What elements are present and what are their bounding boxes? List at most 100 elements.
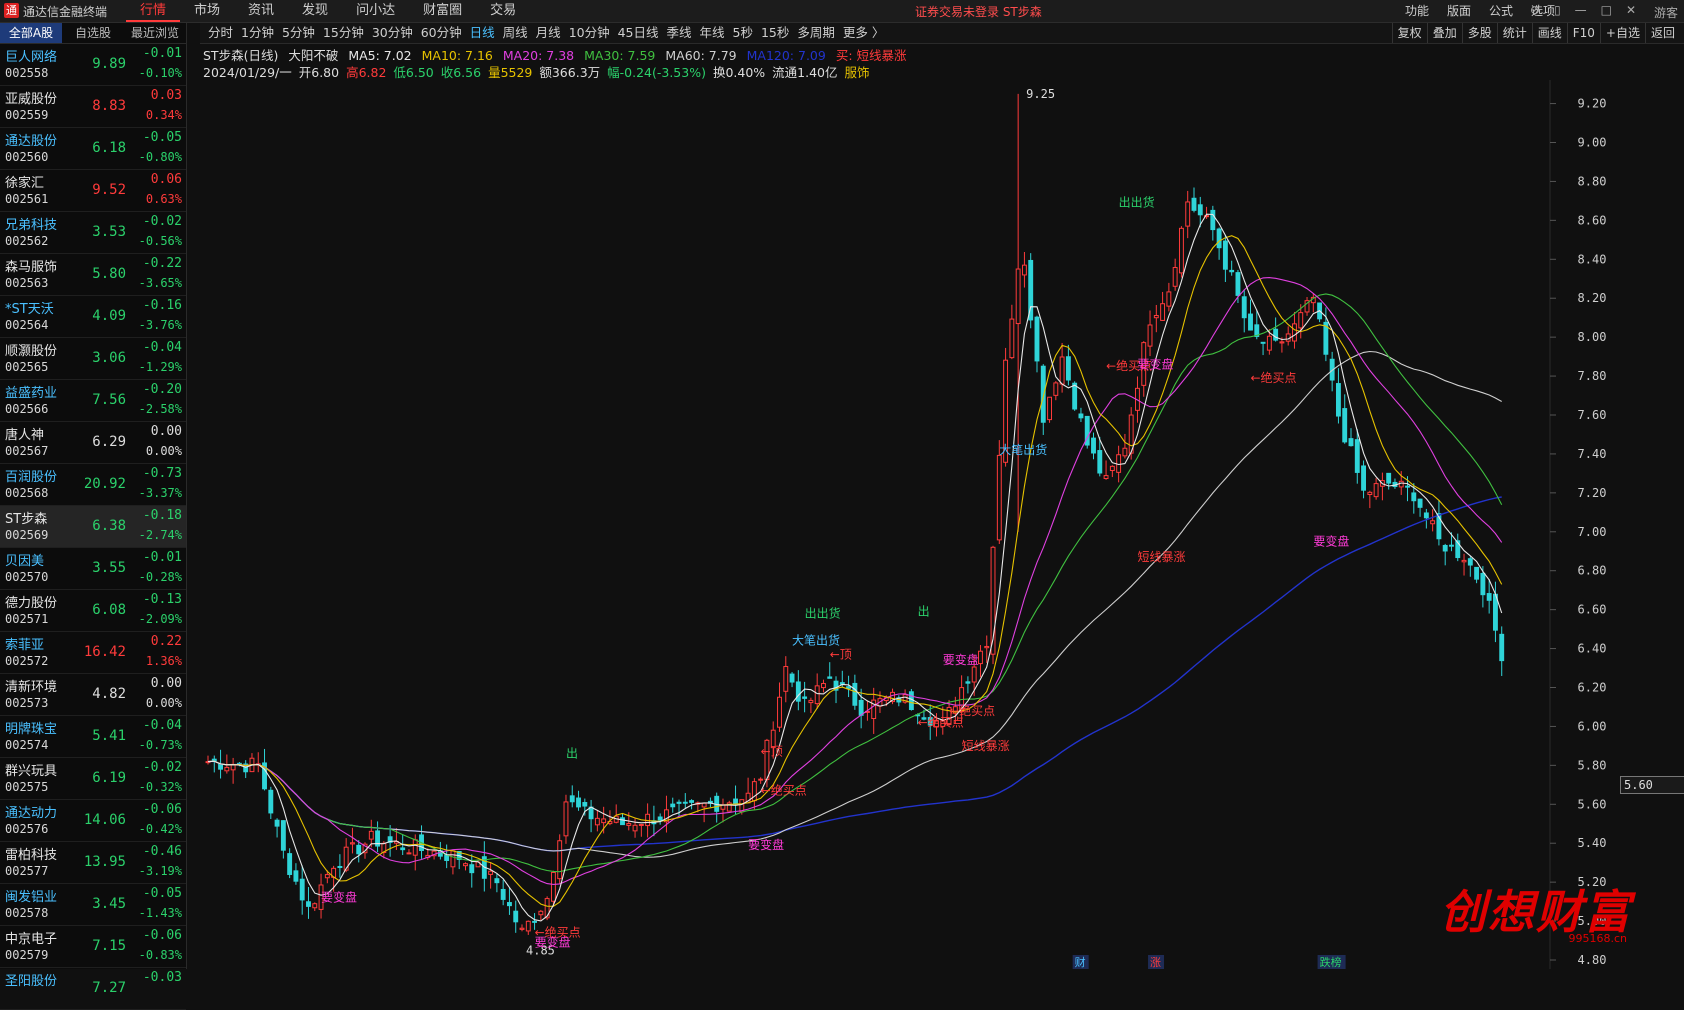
stock-row[interactable]: 圣阳股份 7.27 -0.03 xyxy=(0,968,186,1010)
stock-change-pct: -0.32% xyxy=(138,780,182,794)
stock-code: 002570 xyxy=(5,570,49,584)
stock-row[interactable]: 兄弟科技 002562 3.53 -0.02 -0.56% xyxy=(0,212,186,254)
tool-button[interactable]: 返回 xyxy=(1644,23,1680,43)
menu-news[interactable]: 资讯 xyxy=(234,0,288,22)
period-tab[interactable]: 更多 〉 xyxy=(843,23,892,43)
maximize-icon[interactable]: □ xyxy=(1601,3,1612,17)
stock-row[interactable]: 通达动力 002576 14.06 -0.06 -0.42% xyxy=(0,800,186,842)
menu-ask[interactable]: 问小达 xyxy=(342,0,409,22)
trade-login-notice[interactable]: 证券交易未登录 ST步森 xyxy=(915,3,1042,20)
stock-row[interactable]: 贝因美 002570 3.55 -0.01 -0.28% xyxy=(0,548,186,590)
candle-body xyxy=(1229,269,1235,273)
kline-chart[interactable]: 9.20 9.00 8.80 8.60 8.40 8.20 8.00 7.80 7.60 7.40… xyxy=(200,80,1684,969)
stock-change-pct: -2.58% xyxy=(138,402,182,416)
candle-body xyxy=(1078,413,1084,419)
stock-row[interactable]: 森马服饰 002563 5.80 -0.22 -3.65% xyxy=(0,254,186,296)
stock-price: 6.19 xyxy=(92,770,126,786)
stock-row[interactable]: 闽发铝业 002578 3.45 -0.05 -1.43% xyxy=(0,884,186,926)
y-tick-label: 5.80 xyxy=(1578,758,1607,772)
stock-change-pct: -3.19% xyxy=(138,864,182,878)
candle-body xyxy=(1210,209,1216,231)
stock-row[interactable]: 索菲亚 002572 16.42 0.22 1.36% xyxy=(0,632,186,674)
tool-button[interactable]: 叠加 xyxy=(1426,23,1462,43)
period-tab[interactable]: 5分钟 xyxy=(282,23,323,43)
period-tab[interactable]: 分时 xyxy=(208,23,241,43)
stock-row[interactable]: 亚威股份 002559 8.83 0.03 0.34% xyxy=(0,86,186,128)
menu-market[interactable]: 市场 xyxy=(180,0,234,22)
period-tab[interactable]: 多周期 xyxy=(797,23,843,43)
menu-functions[interactable]: 功能 xyxy=(1396,0,1438,22)
tool-button[interactable]: 复权 xyxy=(1391,23,1427,43)
candle-body xyxy=(1103,475,1109,480)
current-price-tag: 5.60 xyxy=(1620,776,1684,794)
stock-row[interactable]: *ST天沃 002564 4.09 -0.16 -3.76% xyxy=(0,296,186,338)
tool-button[interactable]: F10 xyxy=(1566,23,1600,43)
menu-quotes[interactable]: 行情 xyxy=(126,0,181,22)
candle-body xyxy=(1197,204,1203,216)
stock-row[interactable]: 德力股份 002571 6.08 -0.13 -2.09% xyxy=(0,590,186,632)
period-tab[interactable]: 60分钟 xyxy=(421,23,470,43)
stock-row[interactable]: 中京电子 002579 7.15 -0.06 -0.83% xyxy=(0,926,186,968)
tab-recent[interactable]: 最近浏览 xyxy=(124,23,186,43)
tool-button[interactable]: 多股 xyxy=(1461,23,1497,43)
y-tick-label: 6.80 xyxy=(1578,564,1607,578)
stock-row[interactable]: 清新环境 002573 4.82 0.00 0.00% xyxy=(0,674,186,716)
tool-button[interactable]: 画线 xyxy=(1531,23,1567,43)
period-tab[interactable]: 30分钟 xyxy=(372,23,421,43)
stock-row[interactable]: 唐人神 002567 6.29 0.00 0.00% xyxy=(0,422,186,464)
stock-row[interactable]: 通达股份 002560 6.18 -0.05 -0.80% xyxy=(0,128,186,170)
stock-row[interactable]: 群兴玩具 002575 6.19 -0.02 -0.32% xyxy=(0,758,186,800)
period-tab[interactable]: 5秒 xyxy=(733,23,761,43)
refresh-icon[interactable]: ⊘ xyxy=(1530,3,1540,17)
candle-body xyxy=(852,682,858,706)
chart-annotation: 出出货 xyxy=(1119,195,1155,210)
guest-label[interactable]: 游客 xyxy=(1654,4,1678,21)
stock-row[interactable]: 明牌珠宝 002574 5.41 -0.04 -0.73% xyxy=(0,716,186,758)
candle-body xyxy=(306,901,311,907)
period-tab[interactable]: 15分钟 xyxy=(323,23,372,43)
period-tab[interactable]: 1分钟 xyxy=(241,23,282,43)
candle-body xyxy=(400,847,406,851)
tool-button[interactable]: +自选 xyxy=(1599,23,1645,43)
chart-annotation: 出 xyxy=(566,747,578,761)
minimize-icon[interactable]: — xyxy=(1575,3,1587,17)
stock-row[interactable]: 百润股份 002568 20.92 -0.73 -3.37% xyxy=(0,464,186,506)
stock-row[interactable]: ST步森 002569 6.38 -0.18 -2.74% xyxy=(0,506,186,548)
candle-body xyxy=(507,902,512,907)
period-tab[interactable]: 15秒 xyxy=(761,23,797,43)
tab-watchlist[interactable]: 自选股 xyxy=(62,23,124,43)
candle-body xyxy=(657,816,663,821)
stock-row[interactable]: 顺灏股份 002565 3.06 -0.04 -1.29% xyxy=(0,338,186,380)
stock-name: ST步森 xyxy=(5,512,48,527)
chart-annotation: ←绝买点 xyxy=(949,703,995,718)
menu-layout[interactable]: 版面 xyxy=(1438,0,1480,22)
stock-row[interactable]: 益盛药业 002566 7.56 -0.20 -2.58% xyxy=(0,380,186,422)
phone-icon[interactable]: ▯ xyxy=(1554,3,1561,17)
period-tab[interactable]: 月线 xyxy=(536,23,569,43)
stock-row[interactable]: 巨人网络 002558 9.89 -0.01 -0.10% xyxy=(0,44,186,86)
candle-body xyxy=(1241,296,1247,319)
stock-change-pct: -1.29% xyxy=(138,360,182,374)
menu-discover[interactable]: 发现 xyxy=(288,0,342,22)
tab-all-a-shares[interactable]: 全部A股 xyxy=(0,23,62,43)
candle-body xyxy=(978,650,983,665)
candle-body xyxy=(450,850,456,868)
candle-body xyxy=(1499,633,1505,662)
tool-button[interactable]: 统计 xyxy=(1496,23,1532,43)
period-tab[interactable]: 周线 xyxy=(503,23,536,43)
stock-price: 9.52 xyxy=(92,182,126,198)
menu-formula[interactable]: 公式 xyxy=(1480,0,1522,22)
period-tab[interactable]: 日线 xyxy=(470,23,503,43)
stock-change-pct: -3.65% xyxy=(138,276,182,290)
menu-wealth[interactable]: 财富圈 xyxy=(409,0,476,22)
close-icon[interactable]: ✕ xyxy=(1626,3,1636,17)
period-tab[interactable]: 年线 xyxy=(700,23,733,43)
period-tab[interactable]: 季线 xyxy=(667,23,700,43)
candle-body xyxy=(638,823,644,826)
period-tab[interactable]: 10分钟 xyxy=(569,23,618,43)
menu-trade[interactable]: 交易 xyxy=(476,0,530,22)
stock-row[interactable]: 徐家汇 002561 9.52 0.06 0.63% xyxy=(0,170,186,212)
period-tab[interactable]: 45日线 xyxy=(618,23,667,43)
stock-change-pct: -3.37% xyxy=(138,486,182,500)
stock-row[interactable]: 雷柏科技 002577 13.95 -0.46 -3.19% xyxy=(0,842,186,884)
